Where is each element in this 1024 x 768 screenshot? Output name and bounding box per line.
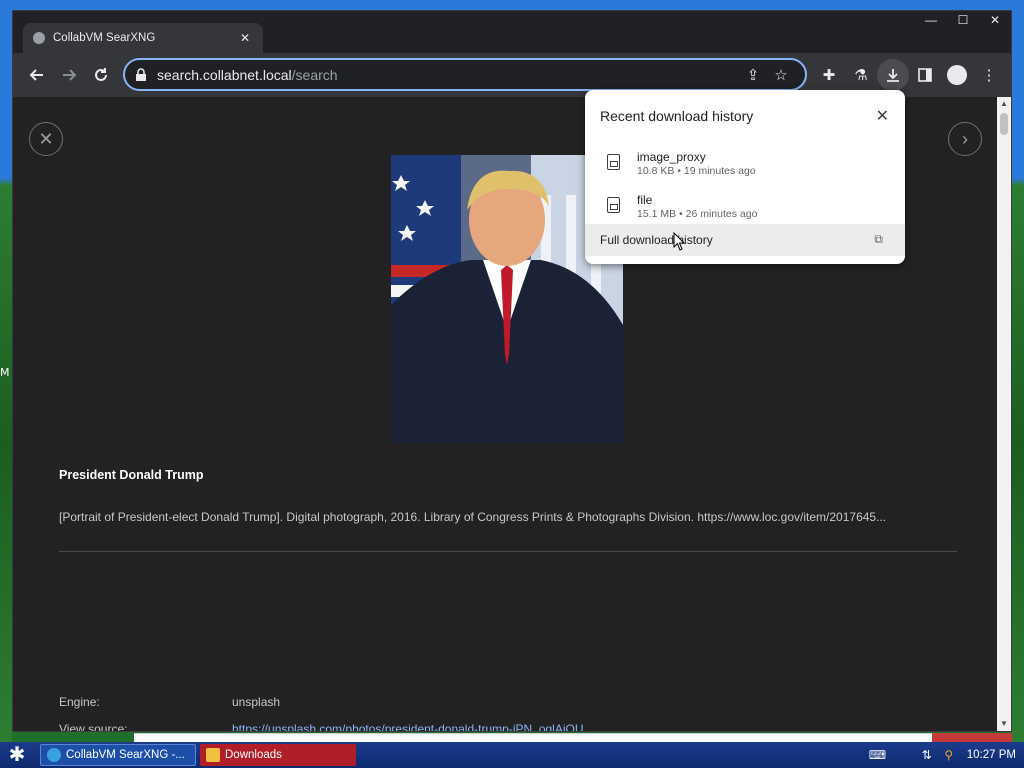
network-icon[interactable]: ⇅ (919, 747, 935, 763)
mouse-cursor-icon (673, 232, 686, 251)
window-bottom-strip (134, 733, 932, 742)
full-download-history-button[interactable]: Full download history ⧉ (585, 224, 905, 256)
full-history-label: Full download history (600, 233, 713, 247)
reload-button[interactable] (85, 59, 117, 91)
url-text[interactable]: search.collabnet.local/search (157, 67, 739, 83)
keyboard-icon[interactable]: ⌨ (869, 747, 886, 763)
desktop-label: M (0, 366, 10, 379)
search-icon[interactable]: ⚲ (941, 747, 957, 763)
browser-tab[interactable]: CollabVM SearXNG ✕ (23, 23, 263, 53)
address-bar[interactable]: search.collabnet.local/search ⇪ ☆ (123, 58, 807, 91)
start-star-icon[interactable]: ✱ (4, 744, 30, 766)
close-window-button[interactable]: ✕ (979, 11, 1011, 31)
taskbar-item-label: CollabVM SearXNG -... (66, 749, 185, 761)
view-source-link[interactable]: https://unsplash.com/photos/president-do… (232, 722, 584, 731)
clock: 10:27 PM (966, 749, 1016, 761)
reload-icon (95, 68, 107, 81)
download-history-popup: Recent download history ✕ image_proxy 10… (585, 90, 905, 264)
taskbar-item-downloads[interactable]: Downloads (200, 744, 356, 766)
desktop-background-right (1012, 0, 1024, 742)
extensions-icon[interactable]: ✚ (813, 59, 845, 91)
lock-icon (135, 67, 149, 82)
folder-icon (206, 748, 220, 762)
close-popup-icon[interactable]: ✕ (876, 106, 889, 126)
share-icon[interactable]: ⇪ (739, 66, 767, 84)
window-controls: — ☐ ✕ (915, 11, 1011, 31)
profile-avatar-icon[interactable] (941, 59, 973, 91)
url-path: /search (291, 66, 338, 83)
divider (59, 551, 957, 552)
forward-arrow-icon (63, 69, 77, 81)
download-info: 15.1 MB • 26 minutes ago (637, 208, 758, 220)
bookmark-star-icon[interactable]: ☆ (767, 66, 795, 84)
back-arrow-icon (29, 69, 43, 81)
system-tray: ⌨ ⇅ ⚲ 10:27 PM (861, 742, 1024, 768)
engine-label: Engine: (59, 695, 100, 709)
taskbar: ✱ CollabVM SearXNG -... Downloads ⌨ ⇅ ⚲ … (0, 742, 1024, 768)
forward-button[interactable] (53, 59, 85, 91)
view-source-label: View source: (59, 722, 128, 731)
tab-title: CollabVM SearXNG (53, 32, 156, 44)
title-bar: CollabVM SearXNG ✕ — ☐ ✕ (13, 11, 1011, 53)
side-panel-icon[interactable] (909, 59, 941, 91)
open-external-icon: ⧉ (874, 232, 883, 246)
minimize-button[interactable]: — (915, 11, 947, 31)
labs-flask-icon[interactable]: ⚗ (845, 59, 877, 91)
menu-kebab-icon[interactable]: ⋮ (973, 59, 1005, 91)
taskbar-item-label: Downloads (225, 749, 282, 761)
file-icon (607, 154, 620, 170)
download-icon[interactable] (877, 59, 909, 91)
download-info: 10.8 KB • 19 minutes ago (637, 165, 756, 177)
download-name: file (637, 193, 653, 207)
engine-value: unsplash (232, 695, 281, 709)
window-bottom-strip-accent (932, 733, 1012, 742)
download-item[interactable]: image_proxy 10.8 KB • 19 minutes ago (585, 146, 905, 188)
next-image-icon[interactable]: › (948, 122, 982, 156)
taskbar-item-browser[interactable]: CollabVM SearXNG -... (40, 744, 196, 766)
download-name: image_proxy (637, 150, 706, 164)
back-button[interactable] (21, 59, 53, 91)
url-host: search.collabnet.local (157, 66, 292, 83)
download-popup-title: Recent download history (600, 108, 754, 124)
tab-favicon-icon (33, 32, 45, 44)
scroll-up-icon[interactable]: ▲ (997, 97, 1011, 111)
image-title: President Donald Trump (59, 468, 204, 482)
close-detail-icon[interactable]: ✕ (29, 122, 63, 156)
image-description: [Portrait of President-elect Donald Trum… (59, 510, 887, 524)
page-scrollbar[interactable]: ▲ ▼ (997, 97, 1011, 731)
toolbar-icons: ✚ ⚗ ⋮ (813, 59, 1005, 91)
tab-close-icon[interactable]: ✕ (237, 30, 253, 46)
browser-app-icon (47, 748, 61, 762)
maximize-button[interactable]: ☐ (947, 11, 979, 31)
scroll-down-icon[interactable]: ▼ (997, 717, 1011, 731)
file-icon (607, 197, 620, 213)
scrollbar-thumb[interactable] (1000, 113, 1008, 135)
